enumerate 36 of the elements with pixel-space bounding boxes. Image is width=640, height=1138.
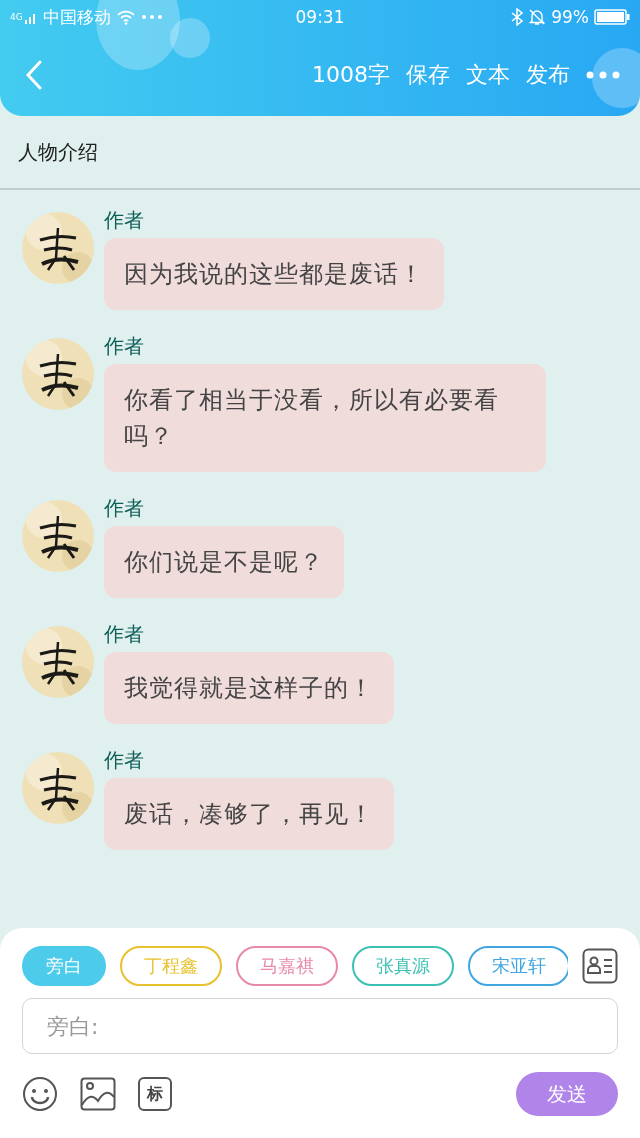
battery-percent: 99% xyxy=(551,7,589,27)
more-icon xyxy=(140,14,163,20)
mute-bell-icon xyxy=(528,8,547,26)
message-bubble: 你们说是不是呢？ xyxy=(104,526,344,598)
role-chip[interactable]: 张真源 xyxy=(352,946,454,986)
network-type: 4G xyxy=(10,11,23,22)
clock-time: 09:31 xyxy=(295,7,345,27)
header-action[interactable]: 发布 xyxy=(526,60,570,90)
emoji-icon[interactable] xyxy=(22,1076,58,1112)
section-title: 人物介绍 xyxy=(18,138,98,166)
image-icon[interactable] xyxy=(80,1077,116,1111)
message-bubble: 因为我说的这些都是废话！ xyxy=(104,238,444,310)
sender-name: 作者 xyxy=(104,622,144,646)
message-bubble: 废话，凑够了，再见！ xyxy=(104,778,394,850)
sender-name: 作者 xyxy=(104,334,144,358)
header-action[interactable]: 保存 xyxy=(406,60,450,90)
sender-name: 作者 xyxy=(104,496,144,520)
role-chip[interactable]: 旁白 xyxy=(22,946,106,986)
carrier-name: 中国移动 xyxy=(42,5,111,29)
contact-card-icon[interactable] xyxy=(582,948,618,984)
sender-name: 作者 xyxy=(104,748,144,772)
sender-name: 作者 xyxy=(104,208,144,232)
send-button[interactable]: 发送 xyxy=(516,1072,618,1116)
bubble-decoration xyxy=(592,48,640,108)
header-action[interactable]: 文本 xyxy=(466,60,510,90)
message-input[interactable]: 旁白: xyxy=(22,998,618,1054)
message-bubble: 我觉得就是这样子的！ xyxy=(104,652,394,724)
word-count: 1008字 xyxy=(312,61,390,89)
role-chip[interactable]: 马嘉祺 xyxy=(236,946,338,986)
message-bubble: 你看了相当于没看，所以有必要看吗？ xyxy=(104,364,546,472)
role-chip[interactable]: 宋亚轩 xyxy=(468,946,568,986)
tag-button[interactable]: 标 xyxy=(138,1077,172,1111)
wifi-icon xyxy=(115,9,136,25)
bluetooth-icon xyxy=(511,8,524,26)
role-chip[interactable]: 丁程鑫 xyxy=(120,946,222,986)
battery-icon xyxy=(594,9,630,25)
